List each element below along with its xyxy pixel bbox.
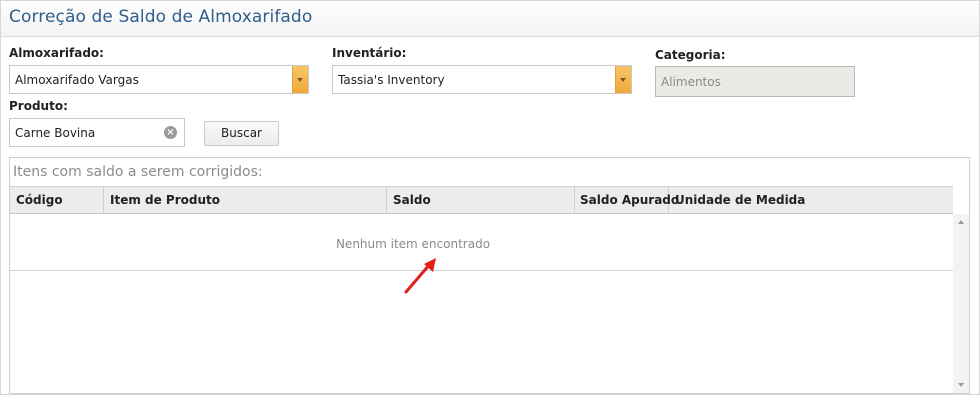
scroll-down-icon[interactable]: [958, 383, 964, 387]
page-title: Correção de Saldo de Almoxarifado: [9, 7, 313, 27]
column-header-unidade-medida[interactable]: Unidade de Medida: [669, 187, 953, 214]
categoria-field: Alimentos: [655, 66, 855, 97]
almoxarifado-select[interactable]: Almoxarifado Vargas: [9, 65, 309, 94]
produto-label: Produto:: [9, 99, 68, 113]
almoxarifado-dropdown-button[interactable]: [292, 66, 308, 93]
produto-value: Carne Bovina: [15, 126, 96, 140]
chevron-down-icon: [620, 78, 626, 82]
produto-input[interactable]: Carne Bovina ×: [9, 118, 185, 147]
buscar-button[interactable]: Buscar: [204, 121, 279, 146]
almoxarifado-label: Almoxarifado:: [9, 46, 104, 60]
inventario-dropdown-button[interactable]: [615, 66, 631, 93]
empty-row: Nenhum item encontrado: [10, 214, 953, 271]
red-arrow-icon: [404, 258, 436, 294]
inventario-select[interactable]: Tassia's Inventory: [332, 65, 632, 94]
inventario-value: Tassia's Inventory: [338, 73, 445, 87]
categoria-value: Alimentos: [661, 75, 721, 89]
column-header-item-produto[interactable]: Item de Produto: [104, 187, 387, 214]
vertical-scrollbar[interactable]: [953, 214, 969, 393]
chevron-down-icon: [297, 78, 303, 82]
column-header-saldo[interactable]: Saldo: [387, 187, 575, 214]
scroll-up-icon[interactable]: [958, 220, 964, 224]
inventario-label: Inventário:: [332, 46, 407, 60]
empty-message: Nenhum item encontrado: [335, 237, 491, 251]
window-title-bar: Correção de Saldo de Almoxarifado: [0, 0, 980, 37]
categoria-label: Categoria:: [655, 48, 726, 62]
grid-header: Código Item de Produto Saldo Saldo Apura…: [10, 186, 953, 214]
column-header-codigo[interactable]: Código: [10, 187, 104, 214]
almoxarifado-value: Almoxarifado Vargas: [15, 73, 139, 87]
grid-caption: Itens com saldo a serem corrigidos:: [13, 164, 263, 180]
clear-icon[interactable]: ×: [164, 126, 177, 139]
column-header-saldo-apurado[interactable]: Saldo Apurado: [575, 187, 679, 214]
results-panel: Itens com saldo a serem corrigidos: Códi…: [9, 157, 970, 394]
